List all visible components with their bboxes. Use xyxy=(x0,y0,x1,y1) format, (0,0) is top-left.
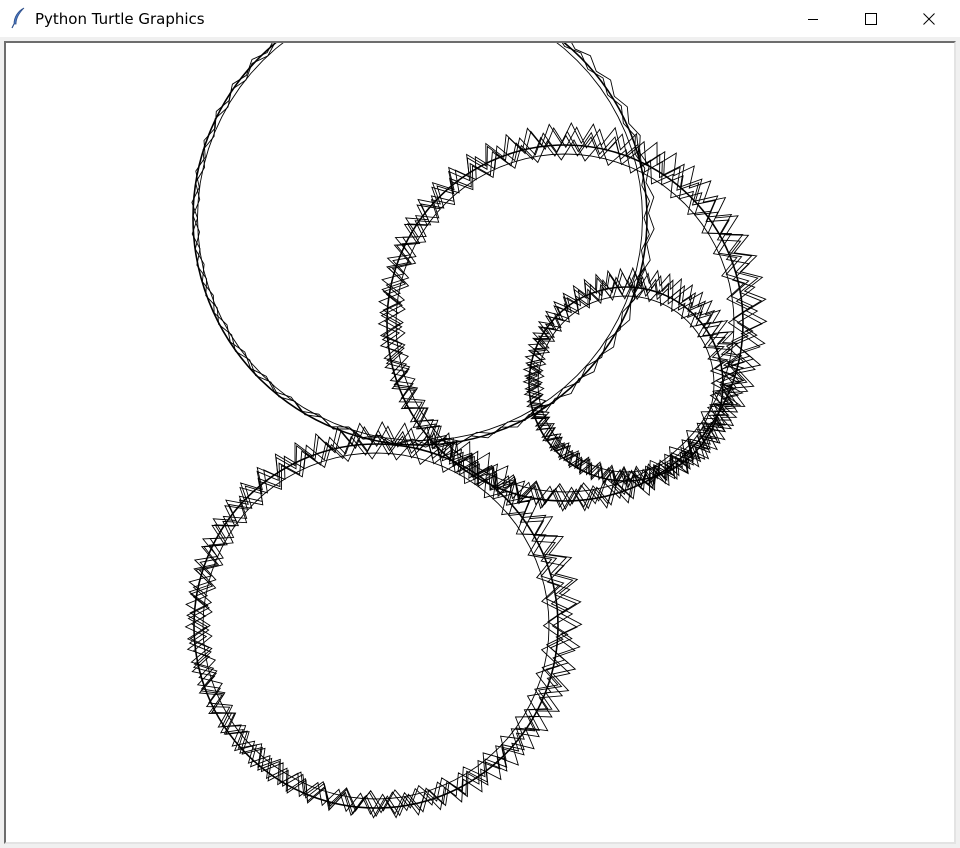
circle-bottom-stroke-3 xyxy=(187,429,574,816)
window-title: Python Turtle Graphics xyxy=(35,10,205,28)
maximize-icon xyxy=(865,12,877,25)
minimize-icon xyxy=(808,18,818,20)
circle-top-left-stroke-0 xyxy=(197,43,643,441)
circle-top-left xyxy=(192,43,648,446)
circle-top-left-stroke-1 xyxy=(192,43,650,446)
circle-top-left-stroke-2 xyxy=(191,43,655,448)
maximize-button[interactable] xyxy=(842,0,900,37)
turtle-canvas-frame xyxy=(4,41,956,844)
turtle-canvas[interactable] xyxy=(6,43,954,842)
feather-icon xyxy=(10,7,28,29)
turtle-window: Python Turtle Graphics xyxy=(0,0,960,848)
close-button[interactable] xyxy=(900,0,958,37)
close-icon xyxy=(923,12,935,25)
circle-bottom-stroke-0 xyxy=(202,452,550,800)
circle-bottom-stroke-5 xyxy=(184,420,583,819)
circle-small xyxy=(528,286,724,482)
title-bar[interactable]: Python Turtle Graphics xyxy=(0,0,960,37)
circle-top-right-stroke-0 xyxy=(395,153,735,493)
minimize-button[interactable] xyxy=(784,0,842,37)
